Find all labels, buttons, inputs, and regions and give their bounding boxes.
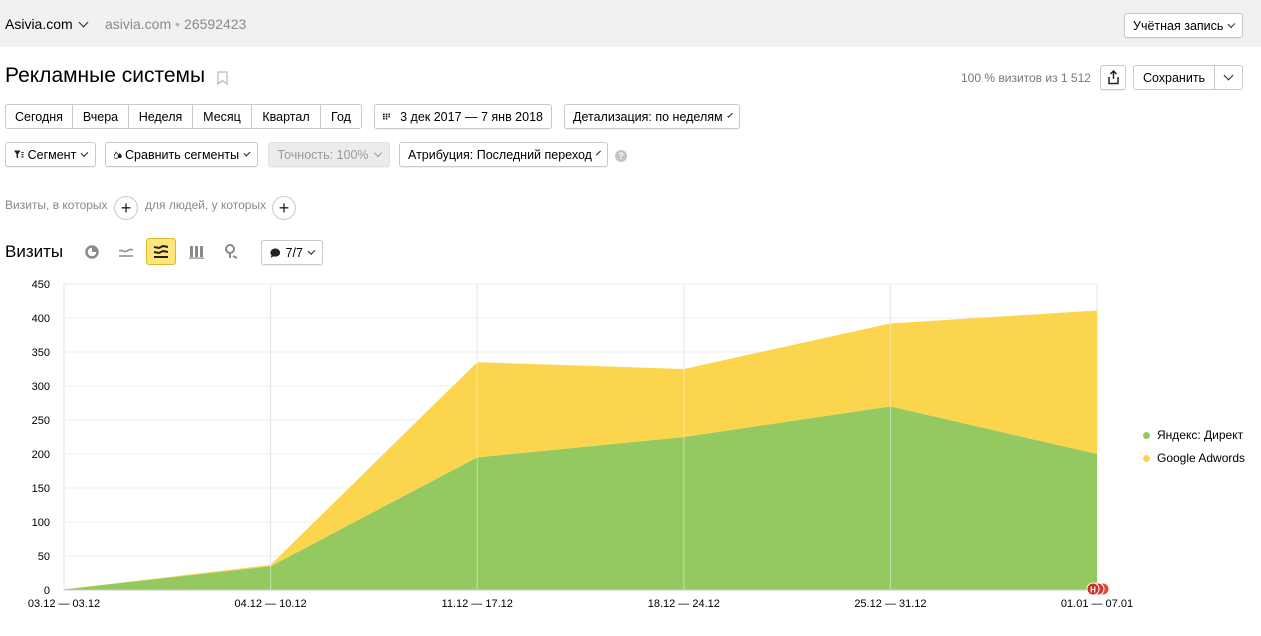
- detail-label: Детализация: по неделям: [573, 109, 723, 124]
- y-tick-label: 450: [32, 279, 50, 291]
- account-label: Учётная запись: [1133, 18, 1224, 33]
- segment-label: Сегмент: [27, 147, 77, 162]
- chevron-down-icon: [1223, 70, 1234, 81]
- site-name: Asivia.com: [5, 16, 73, 32]
- period-month[interactable]: Месяц: [193, 105, 252, 128]
- visits-area-chart: 0 50 100 150 200 250 300 350 400 450 03.12 — 03.12…: [28, 279, 1133, 610]
- y-tick-label: 300: [32, 381, 50, 393]
- map-pin-icon: [225, 244, 238, 259]
- y-tick-label: 100: [32, 517, 50, 529]
- chevron-down-icon: [726, 112, 733, 118]
- date-range-button[interactable]: 3 дек 2017 — 7 янв 2018: [374, 104, 552, 129]
- chart-legend: Яндекс: Директ Google Adwords: [1143, 428, 1245, 474]
- chevron-down-icon: [243, 149, 251, 157]
- accuracy-label: Точность: 100%: [277, 147, 369, 162]
- area-chart-view-button[interactable]: [146, 238, 176, 265]
- chevron-down-icon: [1227, 20, 1236, 28]
- compare-label: Сравнить сегменты: [125, 147, 240, 162]
- page-title: Рекламные системы: [5, 64, 206, 87]
- period-selector: Сегодня Вчера Неделя Месяц Квартал Год: [5, 104, 362, 129]
- y-tick-label: 200: [32, 449, 50, 461]
- period-quarter[interactable]: Квартал: [252, 105, 321, 128]
- attribution-dropdown[interactable]: Атрибуция: Последний переход: [399, 142, 608, 167]
- chevron-down-icon: [373, 148, 382, 158]
- compare-segments-button[interactable]: Сравнить сегменты: [105, 142, 258, 167]
- counter-id: 26592423: [184, 16, 247, 32]
- calendar-icon: [383, 113, 391, 120]
- legend-item[interactable]: Яндекс: Директ: [1143, 428, 1245, 442]
- chevron-down-icon: [78, 17, 89, 27]
- add-visit-condition-button[interactable]: +: [114, 196, 138, 220]
- save-button-group: Сохранить: [1133, 65, 1243, 90]
- chevron-down-icon: [595, 150, 601, 156]
- x-tick-label: 04.12 — 10.12: [235, 598, 307, 610]
- filter-visits-label: Визиты, в которых: [5, 198, 108, 212]
- bar-chart-icon: [188, 245, 204, 259]
- y-tick-label: 400: [32, 313, 50, 325]
- period-yesterday[interactable]: Вчера: [73, 105, 129, 128]
- series-selector[interactable]: 7/7: [261, 240, 323, 265]
- accuracy-dropdown[interactable]: Точность: 100%: [268, 142, 390, 167]
- y-tick-label: 50: [38, 551, 50, 563]
- share-icon: [1107, 70, 1119, 85]
- share-button[interactable]: [1100, 65, 1126, 90]
- y-tick-label: 150: [32, 483, 50, 495]
- pie-chart-icon: [85, 244, 99, 259]
- chevron-down-icon: [307, 247, 316, 255]
- x-tick-label: 18.12 — 24.12: [648, 598, 720, 610]
- x-tick-label: 11.12 — 17.12: [442, 598, 513, 610]
- x-tick-label: 01.01 — 07.01: [1061, 598, 1133, 610]
- save-dropdown-button[interactable]: [1215, 66, 1242, 89]
- visits-summary: 100 % визитов из 1 512: [961, 71, 1091, 85]
- date-range-label: 3 дек 2017 — 7 янв 2018: [400, 109, 543, 124]
- site-switcher[interactable]: Asivia.com: [5, 16, 89, 32]
- help-icon[interactable]: ?: [615, 150, 627, 162]
- y-tick-label: 250: [32, 415, 50, 427]
- drops-icon: [114, 150, 122, 159]
- segment-button[interactable]: Сегмент: [5, 142, 96, 167]
- stacked-area-icon: [153, 244, 169, 258]
- legend-swatch: [1143, 431, 1150, 439]
- top-bar: Asivia.com asivia.com • 26592423 Учётная з…: [0, 0, 1261, 47]
- add-people-condition-button[interactable]: +: [272, 196, 296, 220]
- legend-item[interactable]: Google Adwords: [1143, 451, 1245, 465]
- filter-people-label: для людей, у которых: [145, 198, 267, 212]
- chevron-down-icon: [80, 149, 89, 157]
- map-view-button[interactable]: [216, 238, 246, 265]
- x-tick-label: 25.12 — 31.12: [854, 598, 926, 610]
- legend-swatch: [1143, 454, 1150, 462]
- line-chart-icon: [118, 248, 134, 257]
- account-button[interactable]: Учётная запись: [1124, 13, 1243, 38]
- speech-bubble-icon: [270, 248, 281, 258]
- plus-icon: +: [120, 197, 132, 218]
- host-name: asivia.com: [105, 16, 172, 32]
- legend-label: Яндекс: Директ: [1157, 428, 1244, 442]
- attribution-label: Атрибуция: Последний переход: [408, 147, 592, 162]
- plus-icon: +: [278, 197, 290, 218]
- filter-icon: [14, 150, 24, 159]
- chart-title: Визиты: [5, 242, 64, 261]
- separator: •: [175, 16, 181, 32]
- detail-dropdown[interactable]: Детализация: по неделям: [564, 104, 740, 129]
- annotation-glyph: H: [1090, 586, 1096, 595]
- site-host: asivia.com • 26592423: [105, 16, 246, 32]
- period-today[interactable]: Сегодня: [6, 105, 73, 128]
- period-year[interactable]: Год: [321, 105, 361, 128]
- bar-chart-view-button[interactable]: [181, 238, 211, 265]
- y-tick-label: 350: [32, 347, 50, 359]
- bookmark-icon[interactable]: [217, 71, 228, 85]
- legend-label: Google Adwords: [1157, 451, 1246, 465]
- x-tick-label: 03.12 — 03.12: [28, 598, 100, 610]
- save-button[interactable]: Сохранить: [1134, 66, 1215, 89]
- y-tick-label: 0: [44, 585, 50, 597]
- period-week[interactable]: Неделя: [129, 105, 193, 128]
- pie-chart-view-button[interactable]: [77, 238, 107, 265]
- series-count: 7/7: [285, 245, 303, 260]
- line-chart-view-button[interactable]: [111, 238, 141, 265]
